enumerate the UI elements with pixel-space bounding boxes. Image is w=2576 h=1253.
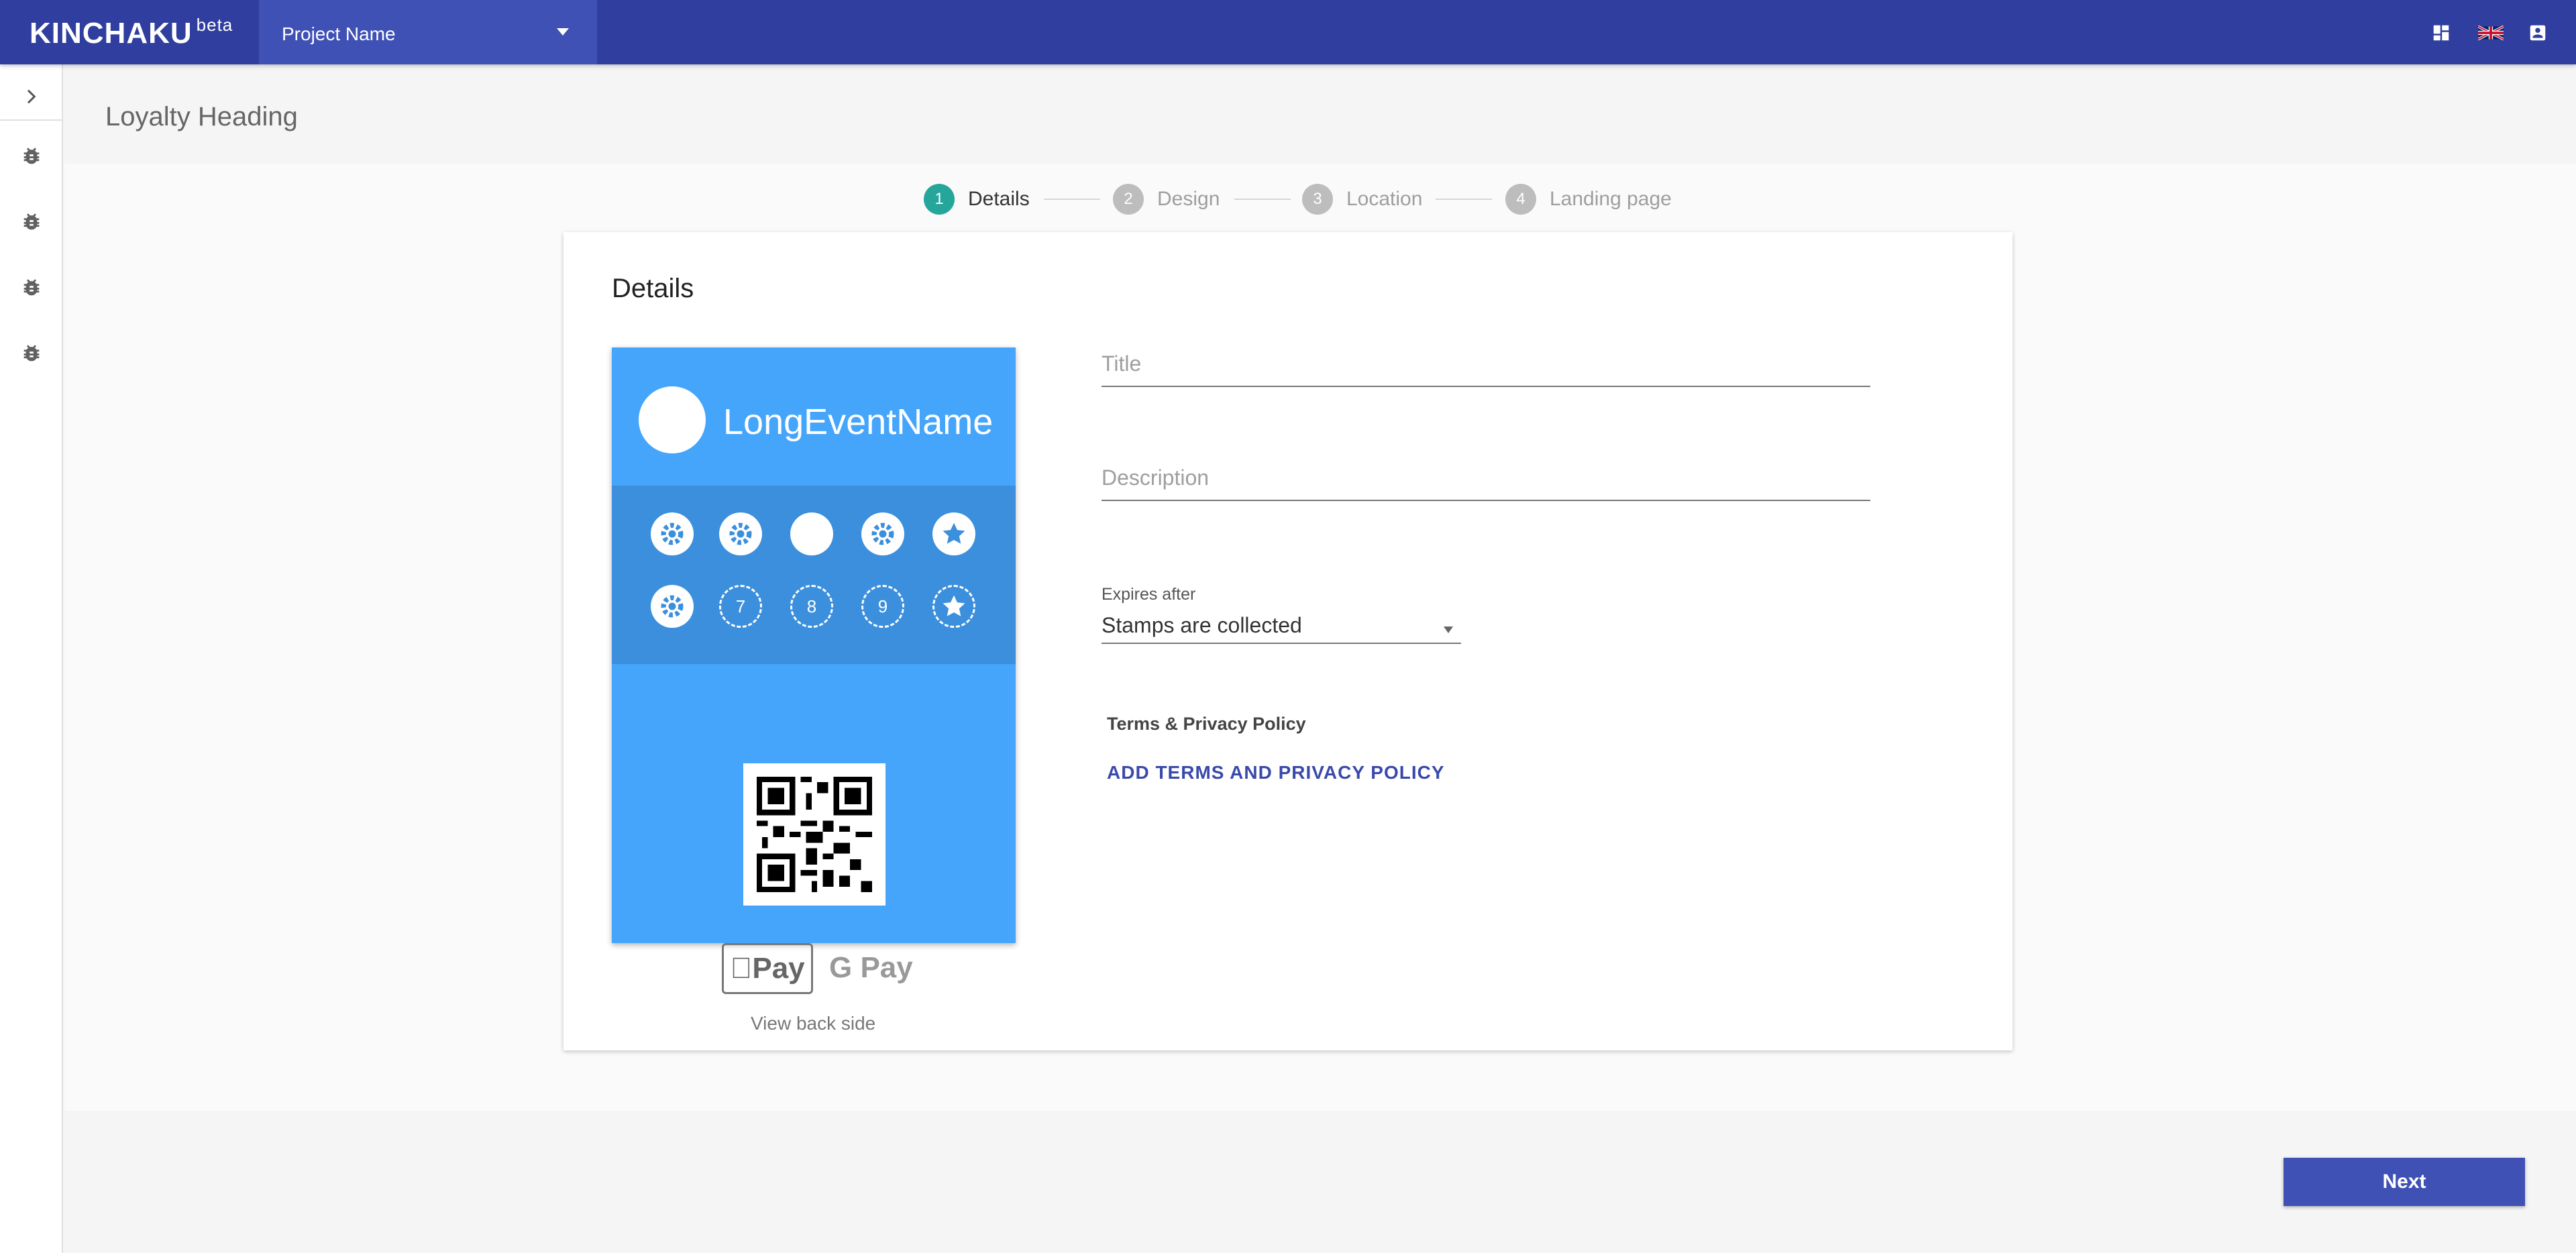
step-label: Design — [1157, 188, 1220, 210]
app-name: KINCHAKU — [30, 17, 193, 50]
dashboard-icon[interactable] — [2431, 23, 2451, 43]
pass-logo — [639, 386, 706, 453]
expires-value: Stamps are collected — [1102, 613, 1302, 637]
step-label: Landing page — [1550, 188, 1672, 210]
step-design[interactable]: 2 Design — [1113, 184, 1220, 215]
expires-label: Expires after — [1102, 585, 1196, 604]
description-input[interactable] — [1102, 466, 1870, 500]
view-back-side-link[interactable]: View back side — [751, 1013, 875, 1034]
title-input[interactable] — [1102, 351, 1870, 386]
caret-down-icon — [557, 28, 569, 36]
bug-icon[interactable] — [20, 211, 43, 233]
card-title: Details — [612, 274, 694, 303]
caret-down-icon — [1444, 626, 1453, 633]
bug-icon[interactable] — [20, 276, 43, 299]
sidebar-expand-button[interactable] — [0, 72, 62, 121]
stamp-star-outline-icon — [932, 585, 975, 628]
step-number: 1 — [924, 184, 955, 215]
top-app-bar: KINCHAKU beta Project Name — [0, 0, 2576, 64]
stamp-gear-icon — [861, 512, 904, 555]
qr-code — [743, 763, 885, 906]
stamp-empty: 7 — [719, 585, 762, 628]
next-button[interactable]: Next — [2284, 1158, 2525, 1206]
step-label: Details — [968, 188, 1030, 210]
stamp-empty: 8 — [790, 585, 833, 628]
page-title: Loyalty Heading — [105, 102, 298, 131]
step-number: 2 — [1113, 184, 1144, 215]
bug-icon[interactable] — [20, 145, 43, 168]
step-label: Location — [1346, 188, 1423, 210]
bug-icon[interactable] — [20, 342, 43, 365]
expires-select[interactable]: Stamps are collected — [1102, 613, 1461, 644]
project-select[interactable]: Project Name — [259, 0, 597, 64]
step-connector — [1044, 199, 1100, 200]
app-logo[interactable]: KINCHAKU beta — [30, 15, 233, 50]
add-terms-link[interactable]: ADD TERMS AND PRIVACY POLICY — [1107, 762, 1445, 783]
step-number: 3 — [1302, 184, 1333, 215]
project-select-label: Project Name — [282, 23, 396, 44]
step-landing-page[interactable]: 4 Landing page — [1505, 184, 1672, 215]
uk-flag-icon[interactable] — [2478, 23, 2504, 43]
step-connector — [1234, 199, 1291, 200]
stamp-gear-icon — [651, 585, 694, 628]
stamp-gear-icon — [719, 512, 762, 555]
chevron-right-icon — [27, 89, 36, 104]
step-connector — [1436, 199, 1492, 200]
beta-badge: beta — [196, 15, 233, 35]
stamp-gear-icon — [651, 512, 694, 555]
terms-label: Terms & Privacy Policy — [1107, 714, 1306, 734]
apple-icon:  — [730, 952, 752, 985]
apple-pay-button[interactable]: Pay — [722, 943, 813, 994]
step-number: 4 — [1505, 184, 1536, 215]
google-pay-button[interactable]: G Pay — [829, 951, 913, 985]
step-location[interactable]: 3 Location — [1302, 184, 1422, 215]
stamp-filled — [790, 512, 833, 555]
sidebar — [0, 64, 63, 1253]
description-field[interactable] — [1102, 466, 1870, 501]
loyalty-pass-preview: LongEventName 7 8 9 — [612, 347, 1016, 943]
stamp-strip: 7 8 9 — [612, 486, 1016, 664]
details-card: Details LongEventName 7 8 9 Pay G Pay Vi… — [564, 232, 2012, 1050]
title-field[interactable] — [1102, 351, 1870, 387]
step-details[interactable]: 1 Details — [924, 184, 1030, 215]
apple-pay-label: Pay — [741, 952, 804, 985]
stamp-empty: 9 — [861, 585, 904, 628]
pass-event-name: LongEventName — [723, 402, 994, 442]
stamp-star-icon — [932, 512, 975, 555]
account-icon[interactable] — [2528, 23, 2548, 43]
